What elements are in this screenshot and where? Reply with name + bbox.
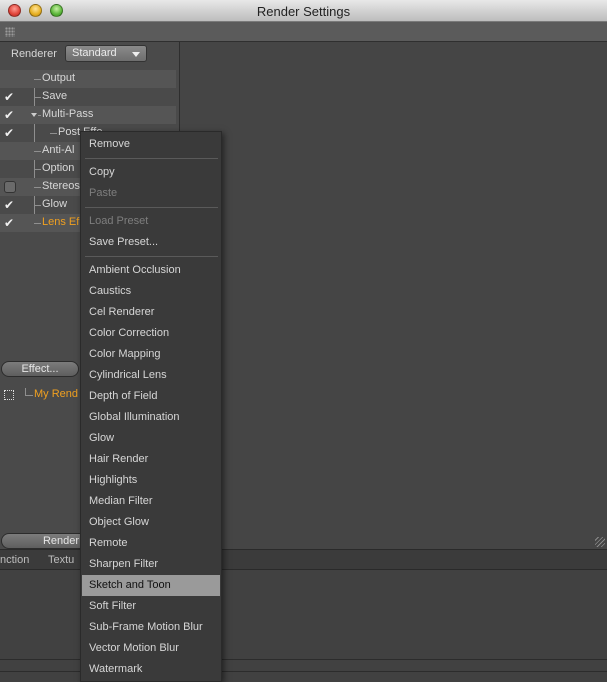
renderer-value: Standard <box>72 47 117 59</box>
menu-item-remove[interactable]: Remove <box>82 134 220 155</box>
menu-item-color-correction[interactable]: Color Correction <box>82 323 220 344</box>
menu-item-watermark[interactable]: Watermark <box>82 659 220 680</box>
checkmark-icon[interactable]: ✔ <box>4 91 16 103</box>
menu-item-cylindrical-lens[interactable]: Cylindrical Lens <box>82 365 220 386</box>
menu-item-save-preset[interactable]: Save Preset... <box>82 232 220 253</box>
menu-item-global-illumination[interactable]: Global Illumination <box>82 407 220 428</box>
tree-item-label: Multi-Pass <box>42 108 94 120</box>
menu-item-remote[interactable]: Remote <box>82 533 220 554</box>
tree-item-label: Lens Ef <box>42 216 80 228</box>
checkmark-icon[interactable]: ✔ <box>4 199 16 211</box>
checkmark-icon[interactable]: ✔ <box>4 217 16 229</box>
menu-item-sketch-and-toon[interactable]: Sketch and Toon <box>82 575 220 596</box>
tree-item-label: Anti-Al <box>42 144 75 156</box>
tree-item-label: Stereos <box>42 180 80 192</box>
menu-item-median-filter[interactable]: Median Filter <box>82 491 220 512</box>
menu-item-object-glow[interactable]: Object Glow <box>82 512 220 533</box>
effect-context-menu: Remove Copy Paste Load Preset Save Prese… <box>80 131 222 682</box>
window-title: Render Settings <box>256 4 351 19</box>
tab-texture[interactable]: Textu <box>48 554 74 566</box>
renderer-label: Renderer <box>11 48 57 60</box>
menu-item-vector-motion-blur[interactable]: Vector Motion Blur <box>82 638 220 659</box>
tool-strip <box>0 22 607 42</box>
renderer-dropdown[interactable]: Standard <box>65 45 147 62</box>
tree-item-label: Save <box>42 90 68 102</box>
menu-item-load-preset: Load Preset <box>89 215 149 227</box>
tree-connector <box>25 388 33 396</box>
drag-grip-icon[interactable] <box>5 27 15 37</box>
menu-item-ambient-occlusion[interactable]: Ambient Occlusion <box>82 260 220 281</box>
tree-item-save[interactable]: ✔ Save <box>0 88 176 106</box>
resize-grip-icon[interactable] <box>595 537 605 547</box>
tree-item-label: Glow <box>42 198 68 210</box>
tree-item-label: Output <box>42 72 76 84</box>
menu-item-sharpen-filter[interactable]: Sharpen Filter <box>82 554 220 575</box>
menu-item-glow[interactable]: Glow <box>82 428 220 449</box>
menu-item-soft-filter[interactable]: Soft Filter <box>82 596 220 617</box>
menu-separator <box>85 256 218 257</box>
checkbox-unchecked-icon[interactable] <box>4 181 16 193</box>
settings-detail-pane <box>180 42 607 549</box>
menu-item-paste: Paste <box>89 187 118 199</box>
menu-separator <box>85 207 218 208</box>
effect-button[interactable]: Effect... <box>1 361 79 377</box>
checkmark-icon[interactable]: ✔ <box>4 109 16 121</box>
menu-item-depth-of-field[interactable]: Depth of Field <box>82 386 220 407</box>
menu-item-cel-renderer[interactable]: Cel Renderer <box>82 302 220 323</box>
title-bar: Render Settings <box>0 0 607 22</box>
tab-function[interactable]: nction <box>0 554 29 566</box>
menu-item-hair-render[interactable]: Hair Render <box>82 449 220 470</box>
checkmark-icon[interactable]: ✔ <box>4 127 16 139</box>
render-setting-name: My Rend <box>34 388 79 400</box>
menu-item-color-mapping[interactable]: Color Mapping <box>82 344 220 365</box>
tree-item-label: Option <box>42 162 75 174</box>
tree-item-output[interactable]: Output <box>0 70 176 88</box>
menu-item-highlights[interactable]: Highlights <box>82 470 220 491</box>
chevron-down-icon <box>132 52 140 57</box>
tree-item-multi-pass[interactable]: ✔ Multi-Pass <box>0 106 176 124</box>
menu-separator <box>85 158 218 159</box>
expand-triangle-icon[interactable] <box>31 113 37 117</box>
menu-item-sub-frame-motion-blur[interactable]: Sub-Frame Motion Blur <box>82 617 220 638</box>
render-setting-icon <box>4 390 14 400</box>
menu-item-copy[interactable]: Copy <box>82 162 220 183</box>
menu-item-caustics[interactable]: Caustics <box>82 281 220 302</box>
